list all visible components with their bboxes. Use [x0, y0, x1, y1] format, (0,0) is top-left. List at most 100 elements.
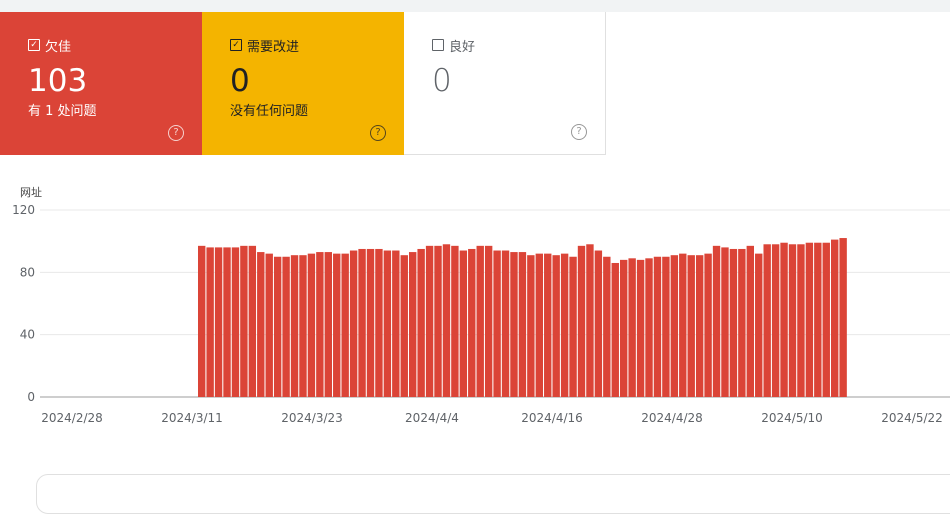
bar-92[interactable] — [839, 238, 847, 397]
bar-42[interactable] — [417, 248, 425, 397]
bar-16[interactable] — [198, 245, 206, 397]
bar-47[interactable] — [459, 250, 468, 397]
help-icon[interactable]: ? — [571, 124, 587, 140]
bar-74[interactable] — [687, 255, 695, 397]
bar-69[interactable] — [645, 258, 653, 397]
bar-43[interactable] — [425, 245, 434, 397]
bar-17[interactable] — [206, 247, 214, 397]
bar-88[interactable] — [805, 242, 814, 397]
needs-improvement-filter-card[interactable]: ✓ 需要改进 0 没有任何问题 ? — [202, 12, 404, 155]
bar-40[interactable] — [400, 255, 408, 397]
bar-66[interactable] — [620, 259, 628, 397]
bar-78[interactable] — [721, 247, 729, 397]
bar-67[interactable] — [628, 258, 636, 397]
bar-89[interactable] — [814, 242, 822, 397]
bar-57[interactable] — [544, 253, 552, 397]
y-tick-label: 80 — [20, 265, 35, 279]
bar-46[interactable] — [451, 245, 459, 397]
x-tick-label: 2024/3/11 — [161, 411, 223, 425]
bar-21[interactable] — [240, 245, 248, 397]
bar-23[interactable] — [257, 252, 265, 397]
bar-72[interactable] — [670, 255, 679, 397]
bar-31[interactable] — [324, 252, 332, 397]
bar-44[interactable] — [434, 245, 442, 397]
help-icon[interactable]: ? — [168, 125, 184, 141]
bar-86[interactable] — [788, 244, 797, 397]
bar-82[interactable] — [755, 253, 763, 397]
bar-77[interactable] — [712, 245, 721, 397]
bar-56[interactable] — [535, 253, 543, 397]
bar-34[interactable] — [349, 250, 358, 397]
bar-58[interactable] — [552, 255, 560, 397]
bar-62[interactable] — [586, 244, 594, 397]
bar-71[interactable] — [662, 256, 670, 397]
poor-checkbox[interactable]: ✓ 欠佳 — [28, 36, 202, 55]
bar-90[interactable] — [822, 242, 830, 397]
bar-83[interactable] — [763, 244, 771, 397]
bar-29[interactable] — [307, 253, 316, 397]
bar-20[interactable] — [231, 247, 240, 397]
bar-25[interactable] — [273, 256, 282, 397]
needs-improvement-count: 0 — [230, 63, 250, 99]
top-strip — [0, 0, 950, 12]
bar-59[interactable] — [560, 253, 569, 397]
y-tick-label: 0 — [27, 390, 35, 404]
poor-label: 欠佳 — [45, 39, 72, 55]
bar-63[interactable] — [594, 250, 603, 397]
needs-improvement-checkbox[interactable]: ✓ 需要改进 — [230, 36, 404, 55]
bar-50[interactable] — [484, 245, 493, 397]
bar-70[interactable] — [653, 256, 662, 397]
bar-30[interactable] — [316, 252, 324, 397]
bar-80[interactable] — [738, 248, 746, 397]
bar-32[interactable] — [333, 253, 341, 397]
bar-54[interactable] — [518, 252, 527, 397]
bar-26[interactable] — [282, 256, 290, 397]
bar-33[interactable] — [341, 253, 349, 397]
bar-35[interactable] — [358, 248, 366, 397]
x-tick-label: 2024/4/28 — [641, 411, 703, 425]
good-checkbox[interactable]: 良好 — [432, 36, 605, 55]
x-tick-label: 2024/4/16 — [521, 411, 583, 425]
bar-27[interactable] — [290, 255, 299, 397]
bar-22[interactable] — [248, 245, 257, 397]
poor-filter-card[interactable]: ✓ 欠佳 103 有 1 处问题 ? — [0, 12, 202, 155]
poor-subtitle: 有 1 处问题 — [28, 104, 97, 119]
bar-36[interactable] — [366, 248, 375, 397]
bar-68[interactable] — [636, 259, 645, 397]
bar-76[interactable] — [704, 253, 712, 397]
bar-49[interactable] — [476, 245, 484, 397]
bar-24[interactable] — [265, 253, 273, 397]
bar-84[interactable] — [771, 244, 780, 397]
bar-37[interactable] — [375, 248, 383, 397]
details-panel — [36, 474, 950, 514]
bar-64[interactable] — [603, 256, 611, 397]
bar-65[interactable] — [611, 262, 619, 397]
bar-81[interactable] — [746, 245, 754, 397]
bar-41[interactable] — [409, 252, 417, 397]
needs-improvement-label: 需要改进 — [247, 39, 300, 55]
bar-18[interactable] — [214, 247, 223, 397]
good-label: 良好 — [449, 39, 476, 55]
x-tick-label: 2024/2/28 — [41, 411, 103, 425]
bar-51[interactable] — [493, 250, 501, 397]
help-icon[interactable]: ? — [370, 125, 386, 141]
bar-85[interactable] — [780, 242, 788, 397]
bar-39[interactable] — [392, 250, 400, 397]
bar-73[interactable] — [679, 253, 687, 397]
bar-79[interactable] — [729, 248, 738, 397]
bar-19[interactable] — [223, 247, 231, 397]
bar-55[interactable] — [527, 255, 535, 397]
bar-52[interactable] — [501, 250, 510, 397]
bar-48[interactable] — [468, 248, 476, 397]
bar-91[interactable] — [831, 239, 839, 397]
bar-28[interactable] — [299, 255, 307, 397]
bar-60[interactable] — [569, 256, 577, 397]
bar-53[interactable] — [510, 252, 518, 397]
bar-87[interactable] — [797, 244, 805, 397]
bar-45[interactable] — [442, 244, 451, 397]
bar-38[interactable] — [383, 250, 392, 397]
bar-61[interactable] — [577, 245, 586, 397]
good-filter-card[interactable]: 良好 0 ? — [404, 12, 606, 155]
bar-75[interactable] — [695, 255, 704, 397]
y-tick-label: 40 — [20, 328, 35, 342]
